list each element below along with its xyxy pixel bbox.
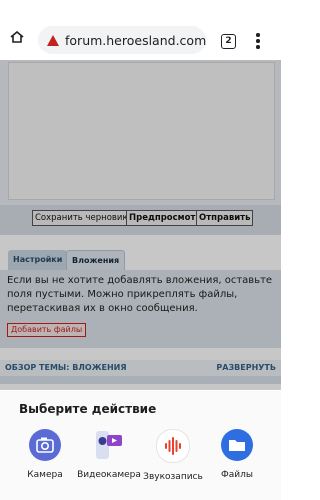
app-sound-recorder[interactable]: Звукозапись <box>141 429 205 482</box>
sheet-title: Выберите действие <box>19 402 157 416</box>
dim-overlay[interactable] <box>0 60 281 390</box>
action-chooser-sheet: Выберите действие Камера Видеокамера Зву… <box>0 391 281 500</box>
address-bar[interactable]: forum.heroesland.com/ <box>38 26 206 54</box>
camera-icon <box>29 429 61 461</box>
app-video-camera[interactable]: Видеокамера <box>77 429 141 480</box>
home-icon[interactable] <box>10 31 24 43</box>
tab-switcher-button[interactable]: 2 <box>221 34 236 49</box>
folder-icon <box>221 429 253 461</box>
not-secure-warning-icon <box>47 34 59 46</box>
sound-recorder-icon <box>156 429 190 463</box>
app-camera[interactable]: Камера <box>13 429 77 480</box>
app-label: Звукозапись <box>143 472 203 482</box>
browser-toolbar: forum.heroesland.com/ 2 <box>0 0 281 60</box>
app-label: Файлы <box>221 470 253 480</box>
app-label: Видеокамера <box>77 470 141 480</box>
app-label: Камера <box>27 470 63 480</box>
url-text: forum.heroesland.com/ <box>65 32 206 48</box>
app-files[interactable]: Файлы <box>205 429 269 480</box>
more-menu-icon[interactable] <box>256 33 260 51</box>
video-camera-icon <box>93 429 125 461</box>
